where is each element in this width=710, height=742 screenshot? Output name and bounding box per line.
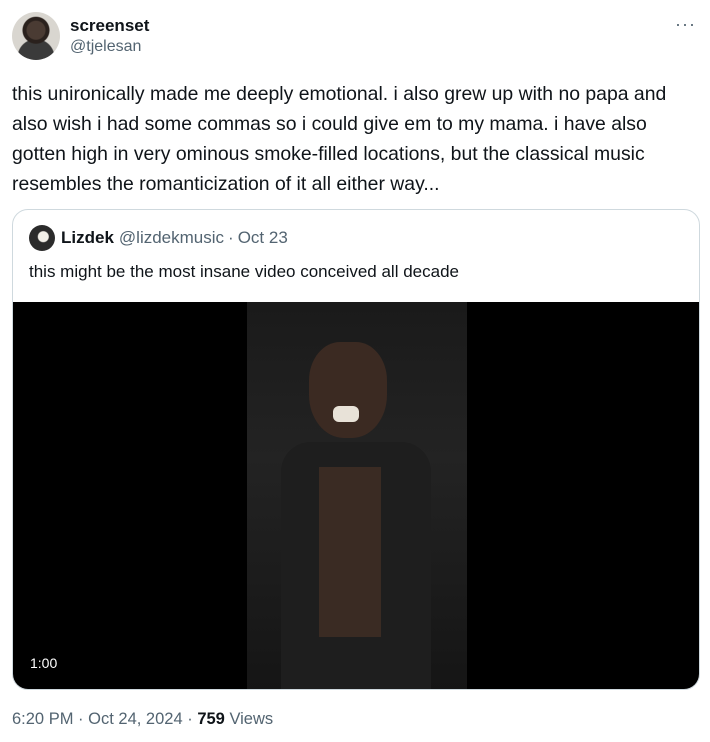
thumbnail-figure-mouth (333, 406, 359, 422)
quoted-tweet-date[interactable]: Oct 23 (238, 228, 288, 248)
tweet-meta: 6:20 PM · Oct 24, 2024 · 759 Views (12, 710, 273, 729)
views-count: 759 (197, 710, 225, 728)
quoted-tweet[interactable]: Lizdek @lizdekmusic · Oct 23 this might … (12, 209, 700, 690)
author-name[interactable]: screenset (70, 16, 149, 36)
thumbnail-figure-head (309, 342, 387, 438)
tweet-time[interactable]: 6:20 PM (12, 710, 73, 728)
quoted-tweet-header: Lizdek @lizdekmusic · Oct 23 (29, 225, 288, 251)
author-handle[interactable]: @tjelesan (70, 38, 141, 56)
tweet-text: this unironically made me deeply emotion… (12, 83, 672, 195)
thumbnail-figure-chest (319, 467, 381, 637)
views-label: Views (229, 710, 274, 728)
more-horizontal-icon[interactable]: ··· (675, 14, 696, 35)
video-player[interactable]: 1:00 (13, 302, 699, 689)
video-thumbnail (247, 302, 467, 689)
tweet-date[interactable]: Oct 24, 2024 (88, 710, 182, 728)
tweet-header: screenset @tjelesan ··· (12, 12, 698, 62)
quoted-author-name[interactable]: Lizdek (61, 228, 114, 248)
quoted-author-avatar[interactable] (29, 225, 55, 251)
author-avatar[interactable] (12, 12, 60, 60)
separator-dot: · (78, 710, 84, 728)
video-duration-badge: 1:00 (25, 653, 63, 673)
quoted-tweet-text: this might be the most insane video conc… (29, 262, 459, 281)
separator-dot: · (228, 228, 234, 247)
quoted-author-handle[interactable]: @lizdekmusic (119, 228, 224, 248)
separator-dot: · (187, 710, 193, 728)
